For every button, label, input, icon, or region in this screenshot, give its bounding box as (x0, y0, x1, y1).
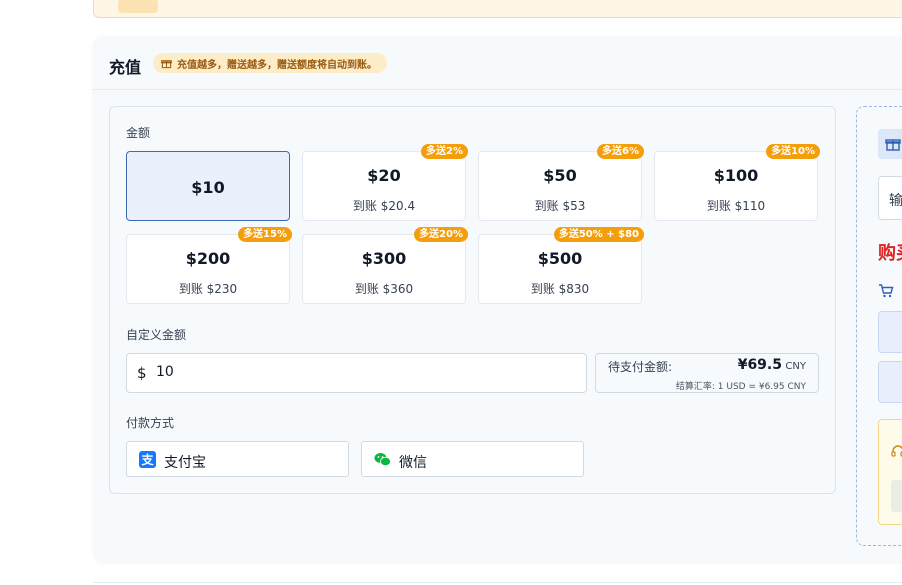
amount-arrive: 到账 $53 (534, 199, 586, 213)
payable-amount: ¥69.5 (737, 357, 782, 373)
divider (93, 582, 902, 583)
svg-text:支: 支 (140, 452, 154, 467)
amount-value: $50 (543, 166, 577, 185)
bonus-tip: 充值越多，赠送越多，赠送额度将自动到账。 (153, 53, 387, 73)
bonus-badge: 多送20% (414, 227, 468, 242)
payment-wechat-button[interactable]: 微信 (361, 441, 584, 477)
amount-arrive: 到账 $20.4 (352, 199, 416, 213)
dollar-icon: $ (137, 364, 147, 382)
redeem-side-panel: 输 购买 (856, 106, 902, 546)
bonus-badge: 多送6% (597, 144, 644, 159)
custom-amount-field[interactable]: $ (126, 353, 587, 393)
payment-method-name: 支付宝 (164, 455, 206, 471)
page-title: 充值 (109, 58, 142, 77)
amount-arrive: 到账 $110 (706, 199, 766, 213)
bonus-badge: 多送50% + $80 (553, 227, 644, 242)
amount-option-300[interactable]: 多送20% $300 到账 $360 (302, 227, 468, 304)
custom-amount-input[interactable] (156, 364, 556, 380)
amount-option-10[interactable]: $10 (126, 151, 290, 221)
top-banner (93, 0, 902, 18)
amount-value: $100 (713, 166, 759, 185)
alipay-icon: 支 (139, 451, 156, 468)
wechat-icon (374, 453, 391, 467)
gift-icon (885, 139, 901, 151)
amount-option-500[interactable]: 多送50% + $80 $500 到账 $830 (478, 227, 644, 304)
amount-option-20[interactable]: 多送2% $20 到账 $20.4 (302, 144, 468, 221)
bonus-badge: 多送15% (238, 227, 292, 242)
banner-pill (118, 0, 158, 13)
amount-option-50[interactable]: 多送6% $50 到账 $53 (478, 144, 644, 221)
amount-value: $20 (367, 166, 401, 185)
payable-summary: 待支付金额: ¥69.5 CNY 结算汇率: 1 USD = ¥6.95 CNY (595, 353, 819, 393)
exchange-rate: 结算汇率: 1 USD = ¥6.95 CNY (675, 382, 806, 392)
cart-icon (879, 284, 894, 298)
payable-label: 待支付金额: (608, 360, 673, 374)
amount-value: $300 (361, 249, 407, 268)
support-notice (878, 419, 902, 525)
amount-option-200[interactable]: 多送15% $200 到账 $230 (126, 227, 292, 304)
amount-label: 金额 (126, 126, 151, 140)
gift-icon (161, 59, 172, 68)
custom-amount-label: 自定义金额 (126, 328, 187, 342)
bonus-tip-text: 充值越多，赠送越多，赠送额度将自动到账。 (177, 59, 377, 71)
buy-title: 购买 (878, 243, 902, 264)
panel-header: 充值 充值越多，赠送越多，赠送额度将自动到账。 (93, 36, 902, 90)
amount-arrive: 到账 $830 (530, 282, 590, 296)
headset-icon (891, 445, 902, 457)
amount-arrive: 到账 $230 (178, 282, 238, 296)
support-button[interactable] (891, 480, 902, 512)
payment-alipay-button[interactable]: 支 支付宝 (126, 441, 349, 477)
amount-value: $200 (185, 249, 231, 268)
bonus-badge: 多送10% (766, 144, 820, 159)
amount-option-100[interactable]: 多送10% $100 到账 $110 (654, 144, 820, 221)
amount-arrive: 到账 $360 (354, 282, 414, 296)
payment-method-name: 微信 (399, 455, 427, 471)
amount-value: $500 (537, 249, 583, 268)
payment-method-label: 付款方式 (126, 416, 175, 430)
bonus-badge: 多送2% (421, 144, 468, 159)
payable-unit: CNY (785, 361, 806, 372)
redeem-gift-badge (878, 129, 902, 159)
amount-value: $10 (191, 178, 225, 197)
purchase-option[interactable] (878, 311, 902, 353)
redeem-code-placeholder: 输 (889, 193, 902, 209)
purchase-option[interactable] (878, 361, 902, 403)
redeem-code-input[interactable]: 输 (878, 176, 902, 220)
